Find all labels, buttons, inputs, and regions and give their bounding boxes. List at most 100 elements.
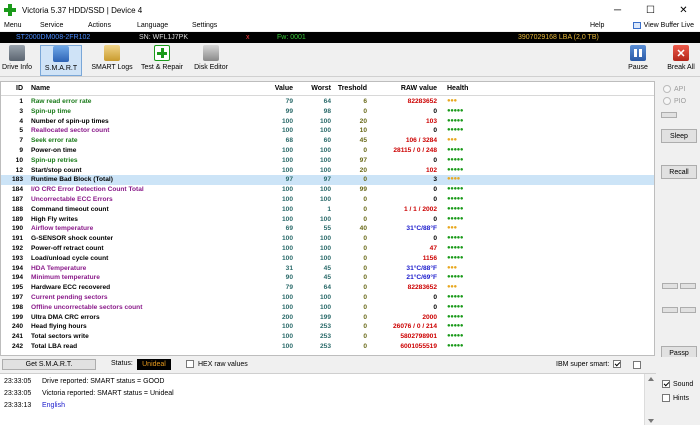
window-title: Victoria 5.37 HDD/SSD | Device 4: [22, 5, 143, 15]
smart-logs-button[interactable]: SMART Logs: [90, 45, 134, 76]
cell-threshold: 45: [359, 137, 367, 145]
minimize-button[interactable]: ─: [601, 0, 634, 20]
event-log[interactable]: 23:33:05 Drive reported: SMART status = G…: [0, 373, 656, 425]
table-row[interactable]: 192 Power-off retract count 100 100 0 47 ●●●●●: [1, 244, 654, 254]
hints-checkbox[interactable]: Hints: [662, 394, 689, 402]
ibm-super-smart-checkbox[interactable]: IBM super smart:: [556, 360, 622, 368]
cell-name: Minimum temperature: [31, 274, 100, 282]
table-row[interactable]: 183 Runtime Bad Block (Total) 97 97 0 3 ●●●●: [1, 175, 654, 186]
close-button[interactable]: ✕: [667, 0, 700, 20]
cell-threshold: 0: [363, 264, 367, 272]
table-row[interactable]: 188 Command timeout count 100 1 0 1 / 1 / 200…: [1, 205, 654, 215]
ibm-super-smart-label: IBM super smart:: [556, 360, 610, 368]
cell-id: 197: [11, 294, 23, 301]
view-buffer-live[interactable]: View Buffer Live: [632, 20, 694, 31]
table-row[interactable]: 9 Power-on time 100 100 0 28115 / 0 / 248 ●●●●…: [1, 146, 654, 156]
cell-raw: 3: [433, 176, 437, 184]
pio-radio[interactable]: PIO: [663, 97, 686, 105]
table-row[interactable]: 1 Raw read error rate 79 64 6 82283652 ●●●: [1, 97, 654, 107]
menu-item-help[interactable]: Help: [590, 20, 604, 31]
cell-id: 1: [19, 98, 23, 105]
cell-health: ●●●●●: [447, 196, 464, 202]
header-health[interactable]: Health: [447, 85, 468, 92]
menu-item-menu[interactable]: Menu: [4, 20, 22, 31]
sound-checkbox[interactable]: Sound: [662, 380, 693, 388]
cell-threshold: 0: [363, 303, 367, 311]
hex-raw-checkbox[interactable]: HEX raw values: [186, 360, 248, 368]
table-row[interactable]: 187 Uncorrectable ECC Errors 100 100 0 0 ●●●●●: [1, 195, 654, 205]
table-row[interactable]: 191 G-SENSOR shock counter 100 100 0 0 ●●●●●: [1, 234, 654, 244]
table-row[interactable]: 189 High Fly writes 100 100 0 0 ●●●●●: [1, 215, 654, 225]
drive-info-button[interactable]: Drive Info: [1, 45, 33, 76]
cell-threshold: 0: [363, 215, 367, 223]
header-id[interactable]: ID: [3, 85, 23, 92]
table-row[interactable]: 3 Spin-up time 99 98 0 0 ●●●●●: [1, 107, 654, 117]
menu-item-service[interactable]: Service: [40, 20, 63, 31]
break-all-button[interactable]: ✕ Break All: [664, 45, 698, 76]
smart-tab-button[interactable]: S.M.A.R.T: [40, 45, 82, 76]
smart-table[interactable]: ID Name Value Worst Treshold RAW value H…: [0, 81, 655, 356]
header-threshold[interactable]: Treshold: [337, 85, 367, 92]
test-repair-button[interactable]: Test & Repair: [138, 45, 186, 76]
pause-button[interactable]: Pause: [624, 45, 652, 76]
cell-worst: 100: [319, 245, 331, 252]
table-row[interactable]: 193 Load/unload cycle count 100 100 0 1156 ●●●…: [1, 254, 654, 264]
reset-small-button-4[interactable]: [680, 307, 696, 313]
table-row[interactable]: 10 Spin-up retries 100 100 97 0 ●●●●●: [1, 156, 654, 166]
cell-raw: 2000: [422, 313, 437, 321]
cell-id: 192: [11, 245, 23, 252]
recall-button[interactable]: Recall: [661, 165, 697, 179]
log-scrollbar[interactable]: [644, 374, 656, 425]
pause-label: Pause: [628, 64, 648, 71]
table-row[interactable]: 194 Minimum temperature 90 45 0 21°C/69°F ●●●●…: [1, 273, 654, 283]
table-row[interactable]: 184 I/O CRC Error Detection Count Total 10…: [1, 185, 654, 195]
header-raw[interactable]: RAW value: [367, 85, 437, 92]
cell-name: Reallocated sector count: [31, 127, 110, 135]
table-row[interactable]: 199 Ultra DMA CRC errors 200 199 0 2000 ●●●●●: [1, 313, 654, 323]
table-row[interactable]: 194 HDA Temperature 31 45 0 31°C/88°F ●●●: [1, 264, 654, 274]
cell-worst: 100: [319, 196, 331, 203]
table-row[interactable]: 242 Total LBA read 100 253 0 6001055519 ●●●●●: [1, 342, 654, 352]
cell-raw: 28115 / 0 / 248: [393, 147, 437, 154]
cell-worst: 253: [319, 333, 331, 341]
table-row[interactable]: 240 Head flying hours 100 253 0 26076 / 0 / 2…: [1, 322, 654, 332]
table-row[interactable]: 4 Number of spin-up times 100 100 20 103 ●●●●●: [1, 117, 654, 127]
disk-editor-button[interactable]: Disk Editor: [191, 45, 231, 76]
table-row[interactable]: 5 Reallocated sector count 100 100 10 0 ●●●●●: [1, 126, 654, 136]
table-row[interactable]: 7 Seek error rate 68 60 45 106 / 3284 ●●●: [1, 136, 654, 146]
table-row[interactable]: 198 Offline uncorrectable sectors count 10…: [1, 303, 654, 313]
header-value[interactable]: Value: [263, 85, 293, 92]
sleep-button[interactable]: Sleep: [661, 129, 697, 143]
port-small-button[interactable]: [661, 112, 677, 118]
log-time: 23:33:05: [4, 390, 32, 397]
header-worst[interactable]: Worst: [301, 85, 331, 92]
scroll-down-icon[interactable]: [648, 419, 654, 423]
reset-small-button-3[interactable]: [662, 307, 678, 313]
scroll-up-icon[interactable]: [648, 377, 654, 381]
cell-id: 189: [11, 215, 23, 223]
cell-worst: 100: [319, 294, 331, 301]
medical-cross-icon: [154, 45, 170, 61]
cell-worst: 253: [319, 343, 331, 350]
drive-remove-icon[interactable]: x: [246, 32, 250, 43]
table-row[interactable]: 12 Start/stop count 100 100 20 102 ●●●●●: [1, 166, 654, 176]
cell-value: 79: [285, 98, 293, 105]
menu-item-settings[interactable]: Settings: [192, 20, 217, 31]
cell-id: 12: [15, 166, 23, 174]
table-row[interactable]: 190 Airflow temperature 69 55 40 31°C/88°F ●●●: [1, 224, 654, 234]
menu-item-language[interactable]: Language: [137, 20, 168, 31]
menu-item-actions[interactable]: Actions: [88, 20, 111, 31]
table-row[interactable]: 195 Hardware ECC recovered 79 64 0 82283652 ●●…: [1, 283, 654, 293]
reset-small-button-1[interactable]: [662, 283, 678, 289]
extra-checkbox[interactable]: [633, 361, 641, 369]
cell-name: Number of spin-up times: [31, 117, 109, 125]
reset-small-button-2[interactable]: [680, 283, 696, 289]
table-row[interactable]: 197 Current pending sectors 100 100 0 0 ●●●●●: [1, 293, 654, 303]
api-radio[interactable]: API: [663, 85, 685, 93]
get-smart-button[interactable]: Get S.M.A.R.T.: [2, 359, 96, 370]
header-name[interactable]: Name: [31, 85, 50, 92]
table-row[interactable]: 241 Total sectors write 100 253 0 5802798901 ●…: [1, 332, 654, 342]
cell-health: ●●●●●: [447, 303, 464, 310]
pio-label: PIO: [674, 97, 687, 105]
maximize-button[interactable]: ☐: [634, 0, 667, 20]
